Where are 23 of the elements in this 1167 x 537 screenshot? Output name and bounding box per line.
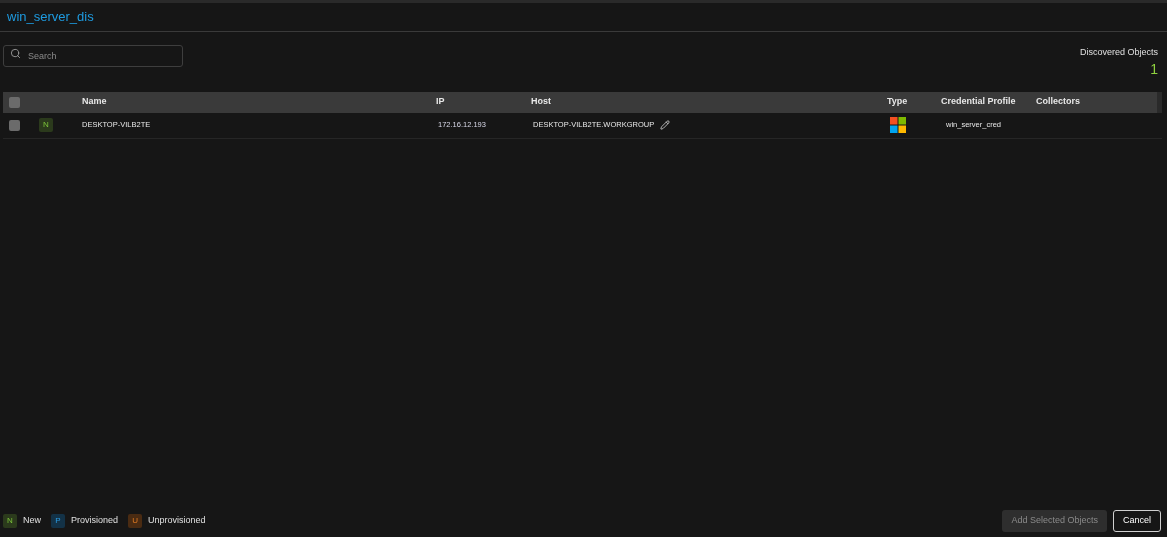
summary-label: Discovered Objects — [1079, 46, 1158, 59]
column-header: Credential Profile — [940, 95, 1017, 109]
checkbox[interactable] — [9, 96, 20, 108]
search-field[interactable]: Search — [3, 45, 183, 67]
checkbox[interactable] — [9, 119, 20, 131]
status-badge: U — [128, 514, 143, 528]
windows-logo-icon — [890, 117, 906, 133]
column-header: IP — [435, 95, 446, 109]
column-header: Type — [886, 95, 909, 109]
column-header: Host — [530, 95, 552, 109]
column-header: Collectors — [1035, 95, 1081, 109]
status-badge: N — [39, 118, 53, 132]
page-title: win_server_dis — [7, 8, 94, 27]
legend-label: Provisioned — [71, 514, 119, 528]
edit-icon[interactable] — [660, 120, 671, 130]
status-badge: P — [51, 514, 65, 528]
column-header: Name — [81, 95, 108, 109]
action-button[interactable]: Cancel — [1113, 510, 1161, 532]
search-icon — [10, 47, 21, 59]
summary-count: 1 — [1150, 59, 1158, 78]
legend-label: Unprovisioned — [148, 514, 206, 528]
status-badge: N — [3, 514, 17, 528]
legend-label: New — [23, 514, 41, 528]
